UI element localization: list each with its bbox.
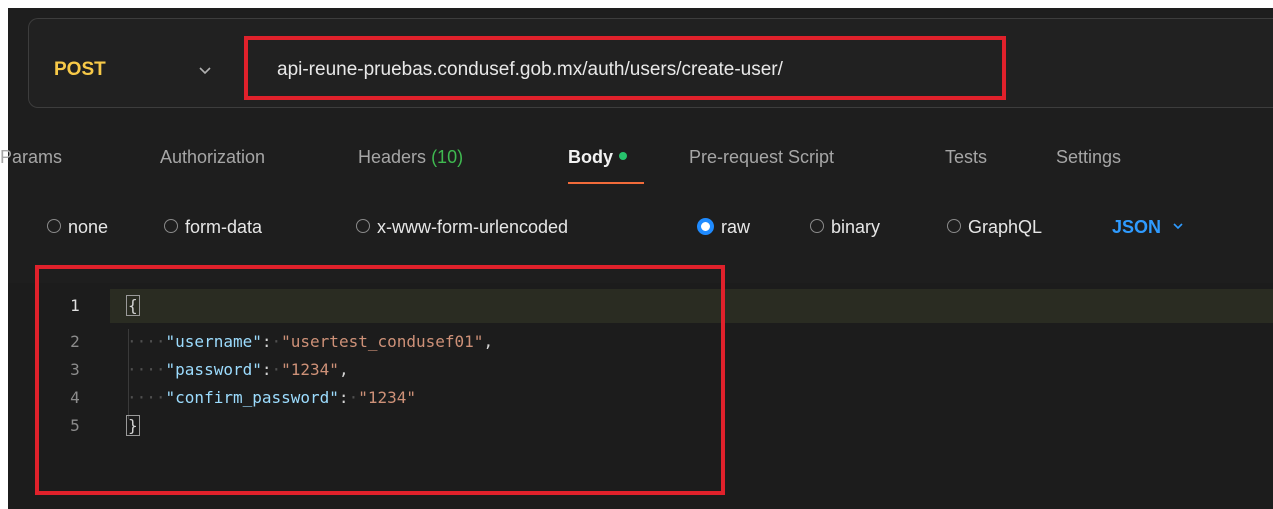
radio-selected-icon [697,217,714,235]
chevron-down-icon [1173,223,1183,230]
radio-none-label: none [68,217,109,237]
tab-pre-request-script[interactable]: Pre-request Script [689,140,834,174]
tab-headers-label: Headers [358,147,427,167]
url-input[interactable]: api-reune-pruebas.condusef.gob.mx/auth/u… [277,57,783,83]
format-select-label: JSON [1112,217,1162,237]
status-dot-icon [619,152,627,161]
tab-authorization[interactable]: Authorization [160,140,265,174]
tab-params[interactable]: Params [0,140,62,174]
body-highlight-box [35,265,725,495]
radio-raw-label: raw [721,217,751,237]
radio-graphql-label: GraphQL [968,217,1043,237]
radio-circle-icon [810,219,824,234]
radio-binary[interactable]: binary [810,212,880,242]
radio-x-www-form-urlencoded[interactable]: x-www-form-urlencoded [356,212,568,242]
top-margin [0,0,1273,8]
method-select[interactable]: POST [54,58,106,82]
radio-x-www-form-urlencoded-label: x-www-form-urlencoded [377,217,569,237]
chevron-down-icon[interactable] [196,58,214,82]
radio-graphql[interactable]: GraphQL [947,212,1042,242]
radio-form-data[interactable]: form-data [164,212,262,242]
radio-binary-label: binary [831,217,881,237]
tab-body[interactable]: Body [568,140,627,174]
radio-none[interactable]: none [47,212,108,242]
radio-circle-icon [947,219,961,234]
format-select[interactable]: JSON [1112,212,1185,242]
tab-body-label: Body [568,147,613,167]
radio-raw[interactable]: raw [697,212,750,242]
left-margin [0,0,8,509]
radio-circle-icon [356,219,370,234]
radio-circle-icon [164,219,178,234]
active-tab-indicator [568,182,644,184]
headers-count: (10) [431,147,464,167]
tab-settings[interactable]: Settings [1056,140,1121,174]
tab-tests[interactable]: Tests [945,140,987,174]
radio-circle-icon [47,219,61,234]
radio-form-data-label: form-data [185,217,263,237]
tab-headers[interactable]: Headers (10) [358,140,463,174]
request-editor: POST api-reune-pruebas.condusef.gob.mx/a… [0,0,1273,509]
